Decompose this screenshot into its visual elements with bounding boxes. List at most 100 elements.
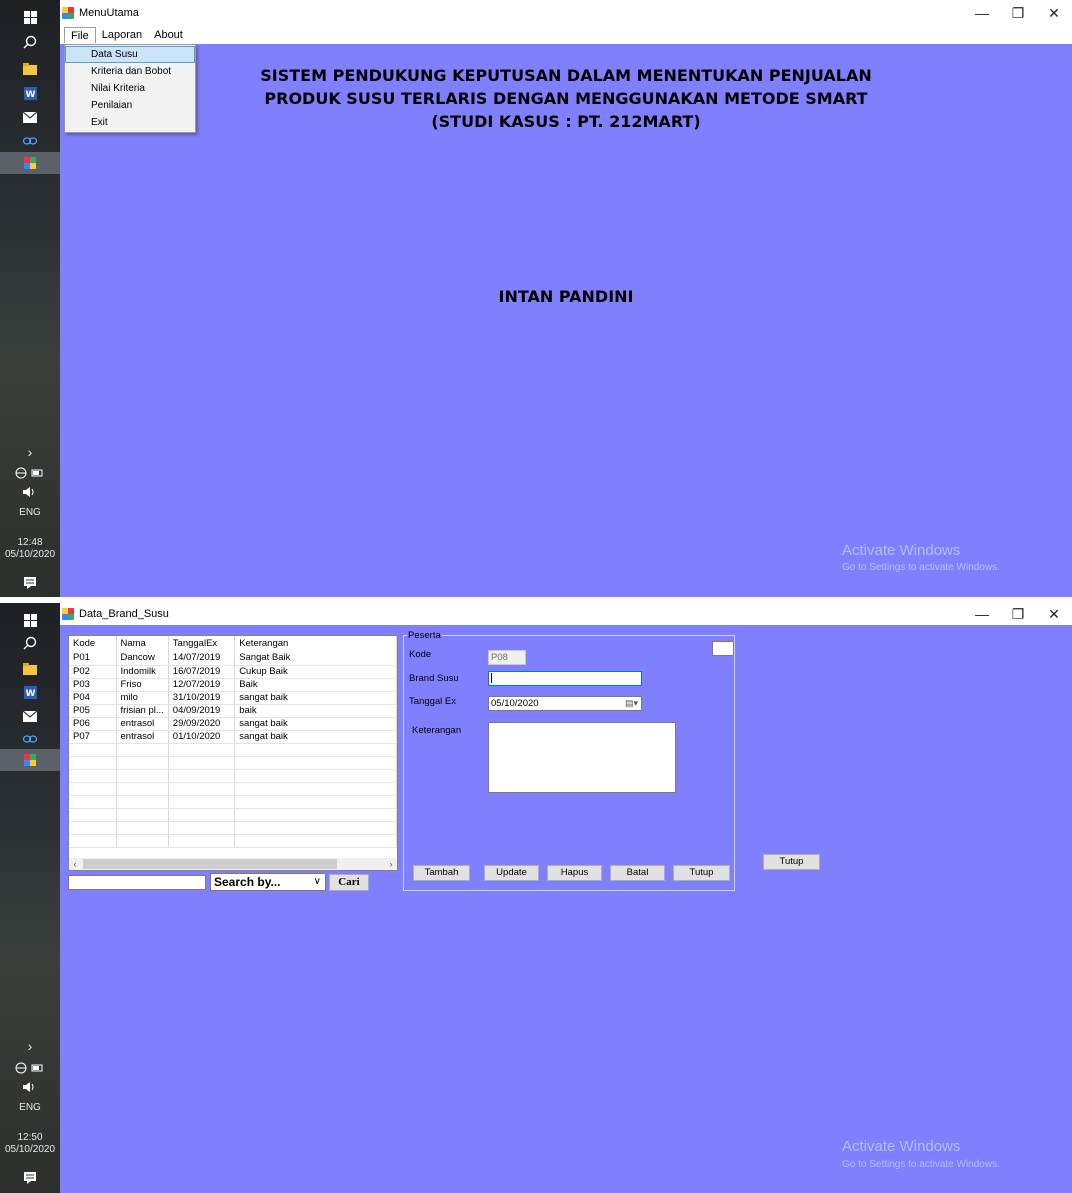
titlebar[interactable]: Data_Brand_Susu — ❐ ✕ xyxy=(60,603,1072,625)
empty-table-row[interactable] xyxy=(69,769,397,783)
empty-table-row[interactable] xyxy=(69,782,397,796)
app-icon[interactable] xyxy=(0,152,60,174)
brand-susu-field[interactable] xyxy=(488,671,642,686)
table-cell[interactable]: Sangat Baik xyxy=(234,652,397,666)
close-icon[interactable]: ✕ xyxy=(1036,0,1072,26)
table-cell[interactable] xyxy=(234,782,397,796)
restore-icon[interactable]: ❐ xyxy=(1000,603,1036,625)
keterangan-textarea[interactable] xyxy=(488,722,676,793)
table-cell[interactable] xyxy=(69,743,117,757)
table-cell[interactable]: 31/10/2019 xyxy=(168,691,236,705)
menu-exit[interactable]: Exit xyxy=(65,114,195,131)
scroll-left-icon[interactable]: ‹ xyxy=(69,858,81,870)
file-explorer-icon[interactable] xyxy=(0,58,60,80)
table-cell[interactable] xyxy=(116,808,169,822)
link-icon[interactable] xyxy=(0,130,60,152)
tutup-button[interactable]: Tutup xyxy=(673,865,730,881)
table-cell[interactable] xyxy=(168,808,236,822)
minimize-icon[interactable]: — xyxy=(964,0,1000,26)
table-cell[interactable] xyxy=(69,834,117,848)
table-cell[interactable] xyxy=(69,782,117,796)
search-icon[interactable] xyxy=(0,632,60,654)
table-cell[interactable]: 12/07/2019 xyxy=(168,678,236,692)
table-cell[interactable] xyxy=(116,782,169,796)
menu-penilaian[interactable]: Penilaian xyxy=(65,97,195,114)
volume-icon[interactable] xyxy=(0,1076,60,1098)
batal-button[interactable]: Batal xyxy=(610,865,665,881)
table-cell[interactable]: P03 xyxy=(69,678,117,692)
restore-icon[interactable]: ❐ xyxy=(1000,0,1036,26)
scroll-right-icon[interactable]: › xyxy=(385,858,397,870)
table-cell[interactable]: sangat baik xyxy=(234,730,397,744)
table-cell[interactable] xyxy=(168,821,236,835)
notification-icon[interactable] xyxy=(0,572,60,594)
table-cell[interactable] xyxy=(168,795,236,809)
table-cell[interactable]: Baik xyxy=(234,678,397,692)
table-cell[interactable]: sangat baik xyxy=(234,691,397,705)
table-cell[interactable]: Cukup Baik xyxy=(234,665,397,679)
search-by-select[interactable]: Search by... ∨ xyxy=(210,873,326,891)
menu-nilai-kriteria[interactable]: Nilai Kriteria xyxy=(65,80,195,97)
scrollbar-thumb[interactable] xyxy=(83,859,337,869)
table-cell[interactable] xyxy=(116,821,169,835)
table-cell[interactable] xyxy=(234,743,397,757)
search-input[interactable] xyxy=(68,875,206,890)
word-icon[interactable]: W xyxy=(0,82,60,104)
empty-table-row[interactable] xyxy=(69,834,397,848)
empty-table-row[interactable] xyxy=(69,743,397,757)
table-cell[interactable]: P07 xyxy=(69,730,117,744)
table-cell[interactable] xyxy=(234,834,397,848)
tutup-outer-button[interactable]: Tutup xyxy=(763,854,820,870)
chevron-right-icon[interactable]: › xyxy=(0,441,60,463)
table-cell[interactable] xyxy=(69,756,117,770)
table-cell[interactable]: Friso xyxy=(116,678,169,692)
volume-icon[interactable] xyxy=(0,481,60,503)
chevron-right-icon[interactable]: › xyxy=(0,1035,60,1057)
table-cell[interactable] xyxy=(116,756,169,770)
table-cell[interactable]: 04/09/2019 xyxy=(168,704,236,718)
taskbar-time[interactable]: 12:50 xyxy=(0,1132,60,1144)
update-button[interactable]: Update xyxy=(484,865,539,881)
empty-table-row[interactable] xyxy=(69,821,397,835)
empty-table-row[interactable] xyxy=(69,795,397,809)
close-icon[interactable]: ✕ xyxy=(1036,603,1072,625)
table-row[interactable]: P07 entrasol 01/10/2020 sangat baik xyxy=(69,730,397,744)
tambah-button[interactable]: Tambah xyxy=(413,865,470,881)
table-cell[interactable] xyxy=(234,821,397,835)
table-cell[interactable] xyxy=(234,795,397,809)
windows-start-icon[interactable] xyxy=(0,609,60,631)
table-cell[interactable]: milo xyxy=(116,691,169,705)
table-row[interactable]: P03 Friso 12/07/2019 Baik xyxy=(69,678,397,692)
table-cell[interactable] xyxy=(69,769,117,783)
taskbar-language[interactable]: ENG xyxy=(0,1102,60,1114)
table-cell[interactable]: baik xyxy=(234,704,397,718)
table-cell[interactable]: 29/09/2020 xyxy=(168,717,236,731)
table-cell[interactable]: 01/10/2020 xyxy=(168,730,236,744)
table-row[interactable]: P01 Dancow 14/07/2019 Sangat Baik xyxy=(69,652,397,666)
table-cell[interactable] xyxy=(168,756,236,770)
windows-start-icon[interactable] xyxy=(0,6,60,28)
menu-data-susu[interactable]: Data Susu xyxy=(65,46,195,63)
cari-button[interactable]: Cari xyxy=(329,874,369,891)
link-icon[interactable] xyxy=(0,728,60,750)
menu-about[interactable]: About xyxy=(148,27,189,43)
horizontal-scrollbar[interactable]: ‹ › xyxy=(69,858,397,870)
table-cell[interactable]: entrasol xyxy=(116,717,169,731)
hapus-button[interactable]: Hapus xyxy=(547,865,602,881)
menu-kriteria-bobot[interactable]: Kriteria dan Bobot xyxy=(65,63,195,80)
taskbar-date[interactable]: 05/10/2020 xyxy=(0,549,60,561)
table-cell[interactable] xyxy=(116,795,169,809)
table-cell[interactable]: sangat baik xyxy=(234,717,397,731)
app-icon[interactable] xyxy=(0,749,60,771)
column-header-keterangan[interactable]: Keterangan xyxy=(234,636,397,652)
auto-id-box[interactable] xyxy=(712,641,734,656)
table-cell[interactable]: 16/07/2019 xyxy=(168,665,236,679)
column-header-tanggalex[interactable]: TanggalEx xyxy=(168,636,236,652)
taskbar-date[interactable]: 05/10/2020 xyxy=(0,1144,60,1156)
table-row[interactable]: P06 entrasol 29/09/2020 sangat baik xyxy=(69,717,397,731)
search-icon[interactable] xyxy=(0,31,60,53)
table-cell[interactable]: entrasol xyxy=(116,730,169,744)
table-cell[interactable] xyxy=(234,808,397,822)
table-cell[interactable]: Indomilk xyxy=(116,665,169,679)
table-cell[interactable]: frisian pl... xyxy=(116,704,169,718)
